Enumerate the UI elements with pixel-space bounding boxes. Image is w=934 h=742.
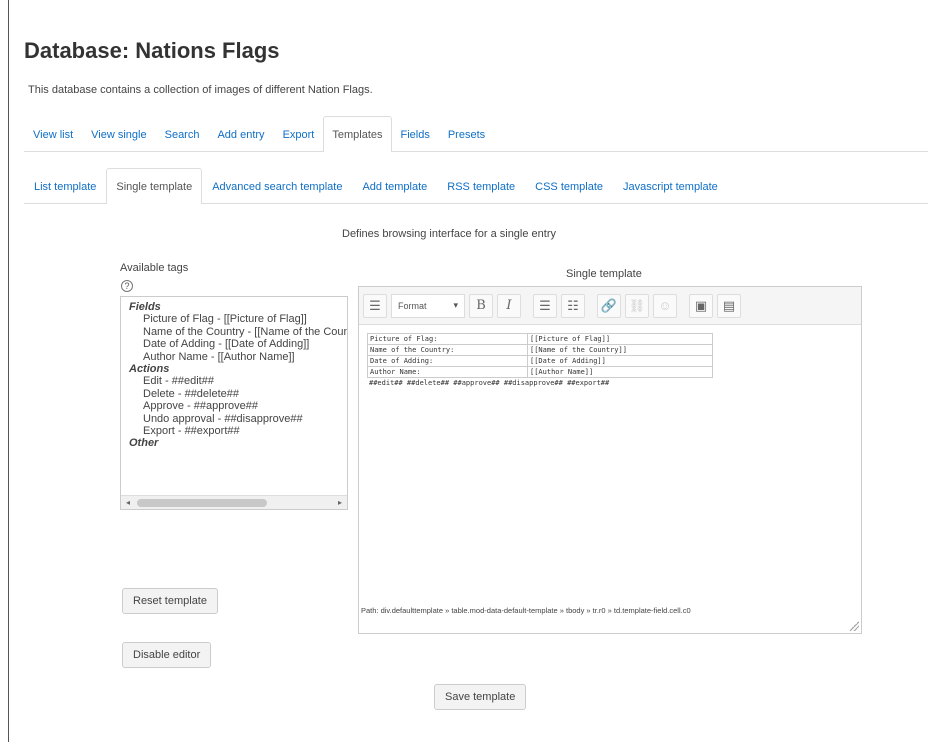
horizontal-scrollbar[interactable]: ◂ ▸ <box>121 495 347 509</box>
field-label-cell[interactable]: Date of Adding: <box>367 355 528 367</box>
template-editor[interactable]: ☰ Format ▾ B I ☰ ☷ 🔗 ⛓ ☺ ▣ ▤ Picture of … <box>358 286 862 634</box>
page-title: Database: Nations Flags <box>24 38 280 63</box>
table-row: Author Name: [[Author Name]] <box>367 366 713 378</box>
template-description: Defines browsing interface for a single … <box>342 228 556 240</box>
field-value-cell[interactable]: [[Name of the Country]] <box>527 344 713 356</box>
image-icon[interactable]: ▣ <box>689 293 713 318</box>
tab-presets[interactable]: Presets <box>439 117 494 151</box>
tag-group-fields: Fields <box>129 301 161 313</box>
tab-add-entry[interactable]: Add entry <box>208 117 273 151</box>
editor-content[interactable]: Picture of Flag: [[Picture of Flag]] Nam… <box>359 325 861 396</box>
tab-css-template[interactable]: CSS template <box>525 169 613 203</box>
bold-button[interactable]: B <box>469 293 493 318</box>
tag-item[interactable]: Date of Adding - [[Date of Adding]] <box>129 338 347 350</box>
field-label-cell[interactable]: Name of the Country: <box>367 344 528 356</box>
tab-search[interactable]: Search <box>156 117 209 151</box>
help-icon[interactable]: ? <box>121 280 133 292</box>
ordered-list-icon[interactable]: ☷ <box>561 293 585 318</box>
scrollbar-thumb[interactable] <box>137 499 267 507</box>
toolbar-toggle-icon[interactable]: ☰ <box>363 293 387 318</box>
editor-path: Path: div.defaulttemplate » table.mod-da… <box>361 606 691 615</box>
tab-javascript-template[interactable]: Javascript template <box>613 169 728 203</box>
field-label-cell[interactable]: Picture of Flag: <box>367 333 528 345</box>
tab-rss-template[interactable]: RSS template <box>437 169 525 203</box>
resize-handle-icon[interactable] <box>849 621 859 631</box>
table-row: Date of Adding: [[Date of Adding]] <box>367 355 713 367</box>
tab-advanced-search-template[interactable]: Advanced search template <box>202 169 352 203</box>
editor-label: Single template <box>566 268 642 280</box>
tag-group-other: Other <box>129 437 159 450</box>
tab-add-template[interactable]: Add template <box>352 169 437 203</box>
tab-view-single[interactable]: View single <box>82 117 155 151</box>
template-tabs: List template Single template Advanced s… <box>24 168 928 204</box>
template-actions-line[interactable]: ##edit## ##delete## ##approve## ##disapp… <box>367 378 853 388</box>
tab-single-template[interactable]: Single template <box>106 168 203 204</box>
tag-item[interactable]: Export - ##export## <box>129 425 347 437</box>
field-value-cell[interactable]: [[Picture of Flag]] <box>527 333 713 345</box>
available-tags-list[interactable]: Fields Picture of Flag - [[Picture of Fl… <box>120 296 348 510</box>
field-value-cell[interactable]: [[Date of Adding]] <box>527 355 713 367</box>
format-select[interactable]: Format ▾ <box>391 293 465 318</box>
italic-button[interactable]: I <box>497 293 521 318</box>
table-row: Name of the Country: [[Name of the Count… <box>367 344 713 356</box>
tab-templates[interactable]: Templates <box>323 116 392 152</box>
tag-item[interactable]: Delete - ##delete## <box>129 388 347 400</box>
save-template-button[interactable]: Save template <box>434 684 527 710</box>
tag-item[interactable]: Approve - ##approve## <box>129 400 347 412</box>
emoji-icon[interactable]: ☺ <box>653 293 677 318</box>
field-label-cell[interactable]: Author Name: <box>367 366 528 378</box>
tag-group-actions: Actions <box>129 363 170 376</box>
unlink-icon[interactable]: ⛓ <box>625 293 649 318</box>
scroll-left-icon[interactable]: ◂ <box>121 496 135 509</box>
tab-list-template[interactable]: List template <box>24 169 106 203</box>
tag-item[interactable]: Picture of Flag - [[Picture of Flag]] <box>129 313 347 325</box>
tag-item[interactable]: Author Name - [[Author Name]] <box>129 351 347 363</box>
tag-item[interactable]: Name of the Country - [[Name of the Coun… <box>129 326 347 338</box>
chevron-down-icon: ▾ <box>453 300 458 310</box>
reset-template-button[interactable]: Reset template <box>122 588 218 614</box>
tab-view-list[interactable]: View list <box>24 117 82 151</box>
template-table: Picture of Flag: [[Picture of Flag]] Nam… <box>367 333 713 378</box>
tag-item[interactable]: Undo approval - ##disapprove## <box>129 413 347 425</box>
disable-editor-button[interactable]: Disable editor <box>122 642 212 668</box>
tag-item[interactable]: Edit - ##edit## <box>129 375 347 387</box>
field-value-cell[interactable]: [[Author Name]] <box>527 366 713 378</box>
format-label: Format <box>398 300 427 311</box>
editor-toolbar: ☰ Format ▾ B I ☰ ☷ 🔗 ⛓ ☺ ▣ ▤ <box>359 287 861 325</box>
available-tags-label: Available tags <box>120 262 189 274</box>
tab-fields[interactable]: Fields <box>392 117 439 151</box>
page-description: This database contains a collection of i… <box>28 84 373 96</box>
media-icon[interactable]: ▤ <box>717 293 741 318</box>
link-icon[interactable]: 🔗 <box>597 293 621 318</box>
unordered-list-icon[interactable]: ☰ <box>533 293 557 318</box>
scroll-right-icon[interactable]: ▸ <box>333 496 347 509</box>
main-tabs: View list View single Search Add entry E… <box>24 116 928 152</box>
table-row: Picture of Flag: [[Picture of Flag]] <box>367 333 713 345</box>
tab-export[interactable]: Export <box>274 117 324 151</box>
